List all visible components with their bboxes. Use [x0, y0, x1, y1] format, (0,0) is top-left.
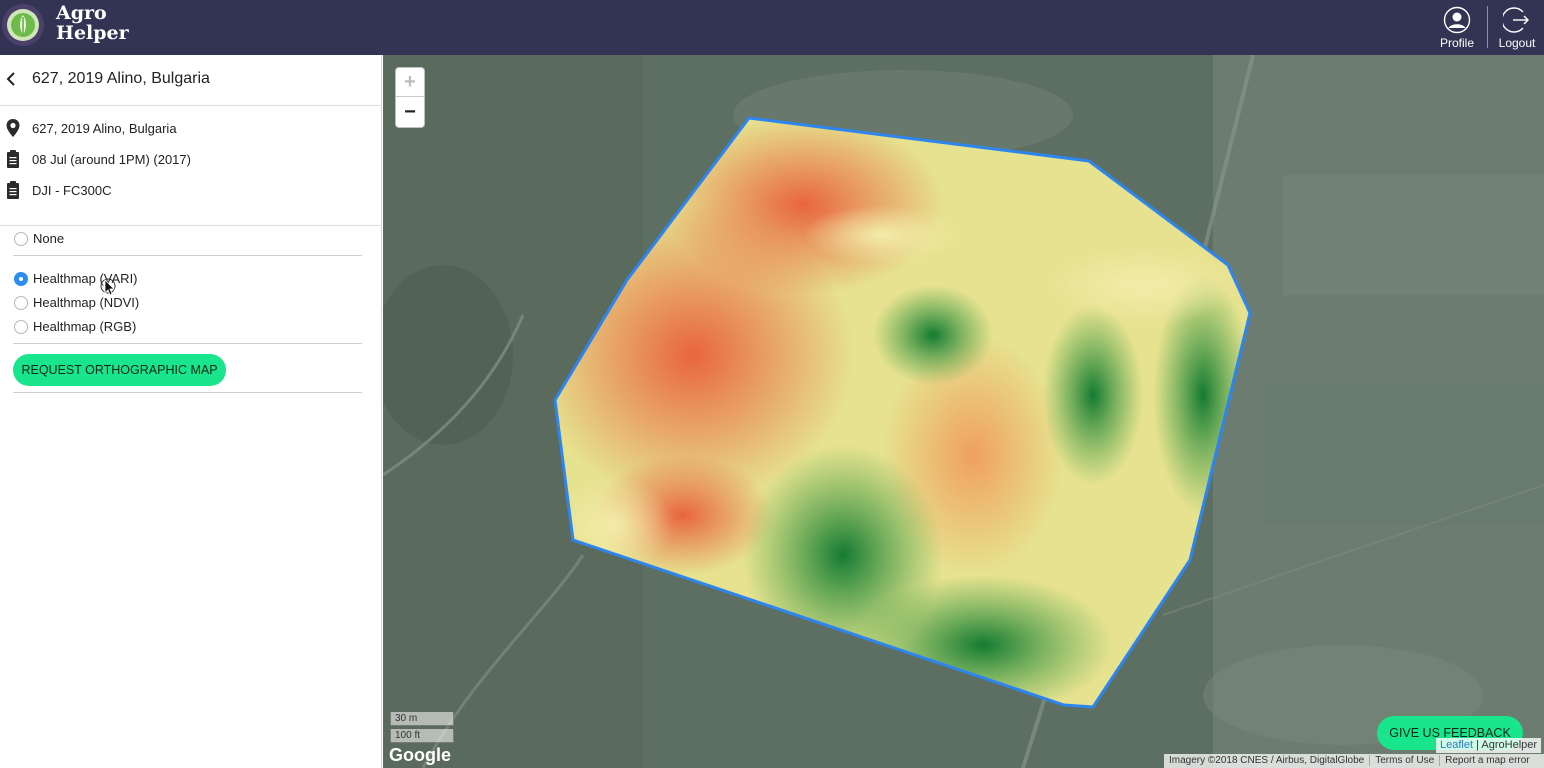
brand-name[interactable]: Agro Helper [56, 3, 129, 43]
profile-label: Profile [1439, 36, 1474, 50]
info-date: 08 Jul (around 1PM) (2017) [0, 149, 382, 171]
hand-cursor-icon [100, 278, 116, 296]
capture-date-text: 08 Jul (around 1PM) (2017) [32, 152, 191, 167]
device-text: DJI - FC300C [32, 183, 112, 198]
divider [13, 392, 362, 393]
divider [13, 255, 362, 256]
sidebar-title-row: 627, 2019 Alino, Bulgaria [0, 55, 382, 106]
map-pin-icon [6, 119, 20, 137]
profile-button[interactable]: Profile [1431, 6, 1483, 50]
header-divider [1487, 6, 1488, 48]
chevron-left-icon[interactable] [4, 69, 20, 89]
scale-imperial: 100 ft [390, 729, 454, 743]
google-logo[interactable]: Google [389, 745, 451, 766]
sidebar: 627, 2019 Alino, Bulgaria 627, 2019 Alin… [0, 55, 382, 768]
logout-label: Logout [1498, 36, 1536, 50]
clipboard-icon [7, 181, 19, 199]
layer-option-label: Healthmap (RGB) [33, 319, 137, 334]
radio-button[interactable] [14, 320, 28, 334]
layer-option-healthmap-vari[interactable]: Healthmap (VARI) [14, 270, 354, 288]
google-attribution-bar: Imagery ©2018 CNES / Airbus, DigitalGlob… [1164, 754, 1544, 768]
app-header: Agro Helper Profile Logout [0, 0, 1544, 55]
request-orthographic-map-button[interactable]: REQUEST ORTHOGRAPHIC MAP [13, 354, 226, 386]
logout-icon [1503, 7, 1529, 33]
attribution-owner: AgroHelper [1481, 739, 1538, 751]
page-title: 627, 2019 Alino, Bulgaria [32, 70, 210, 87]
leaflet-link[interactable]: Leaflet [1440, 739, 1473, 751]
layer-option-healthmap-rgb[interactable]: Healthmap (RGB) [14, 318, 354, 336]
info-location: 627, 2019 Alino, Bulgaria [0, 118, 382, 140]
terms-of-use-link[interactable]: Terms of Use [1369, 755, 1440, 766]
scale-metric: 30 m [390, 712, 454, 726]
layer-option-label: None [33, 231, 65, 246]
layer-option-none[interactable]: None [14, 230, 354, 248]
zoom-in-button[interactable]: + [396, 68, 424, 97]
clipboard-icon [7, 150, 19, 168]
map-attribution: Leaflet | AgroHelper [1436, 738, 1542, 753]
radio-button-selected[interactable] [14, 272, 28, 286]
agro-helper-logo-icon[interactable] [0, 2, 46, 48]
layer-option-healthmap-ndvi[interactable]: Healthmap (NDVI) [14, 294, 354, 312]
imagery-credit: Imagery ©2018 CNES / Airbus, DigitalGlob… [1169, 755, 1365, 766]
layer-option-label: Healthmap (VARI) [33, 271, 138, 286]
section-divider [0, 225, 382, 226]
map-view[interactable]: + − 30 m 100 ft Google GIVE US FEEDBACK … [383, 55, 1544, 768]
info-device: DJI - FC300C [0, 180, 382, 202]
attribution-separator: | [1476, 739, 1479, 751]
radio-button[interactable] [14, 296, 28, 310]
user-icon [1443, 6, 1471, 34]
zoom-control: + − [395, 67, 425, 128]
satellite-map-canvas[interactable] [383, 55, 1544, 768]
zoom-out-button[interactable]: − [396, 98, 424, 127]
brand-line-2: Helper [56, 22, 129, 44]
report-map-error-link[interactable]: Report a map error [1439, 755, 1535, 766]
location-text: 627, 2019 Alino, Bulgaria [32, 121, 177, 136]
logout-button[interactable]: Logout [1491, 6, 1543, 50]
layer-option-label: Healthmap (NDVI) [33, 295, 140, 310]
radio-button[interactable] [14, 232, 28, 246]
brand-line-1: Agro [56, 2, 107, 24]
divider [13, 343, 362, 344]
